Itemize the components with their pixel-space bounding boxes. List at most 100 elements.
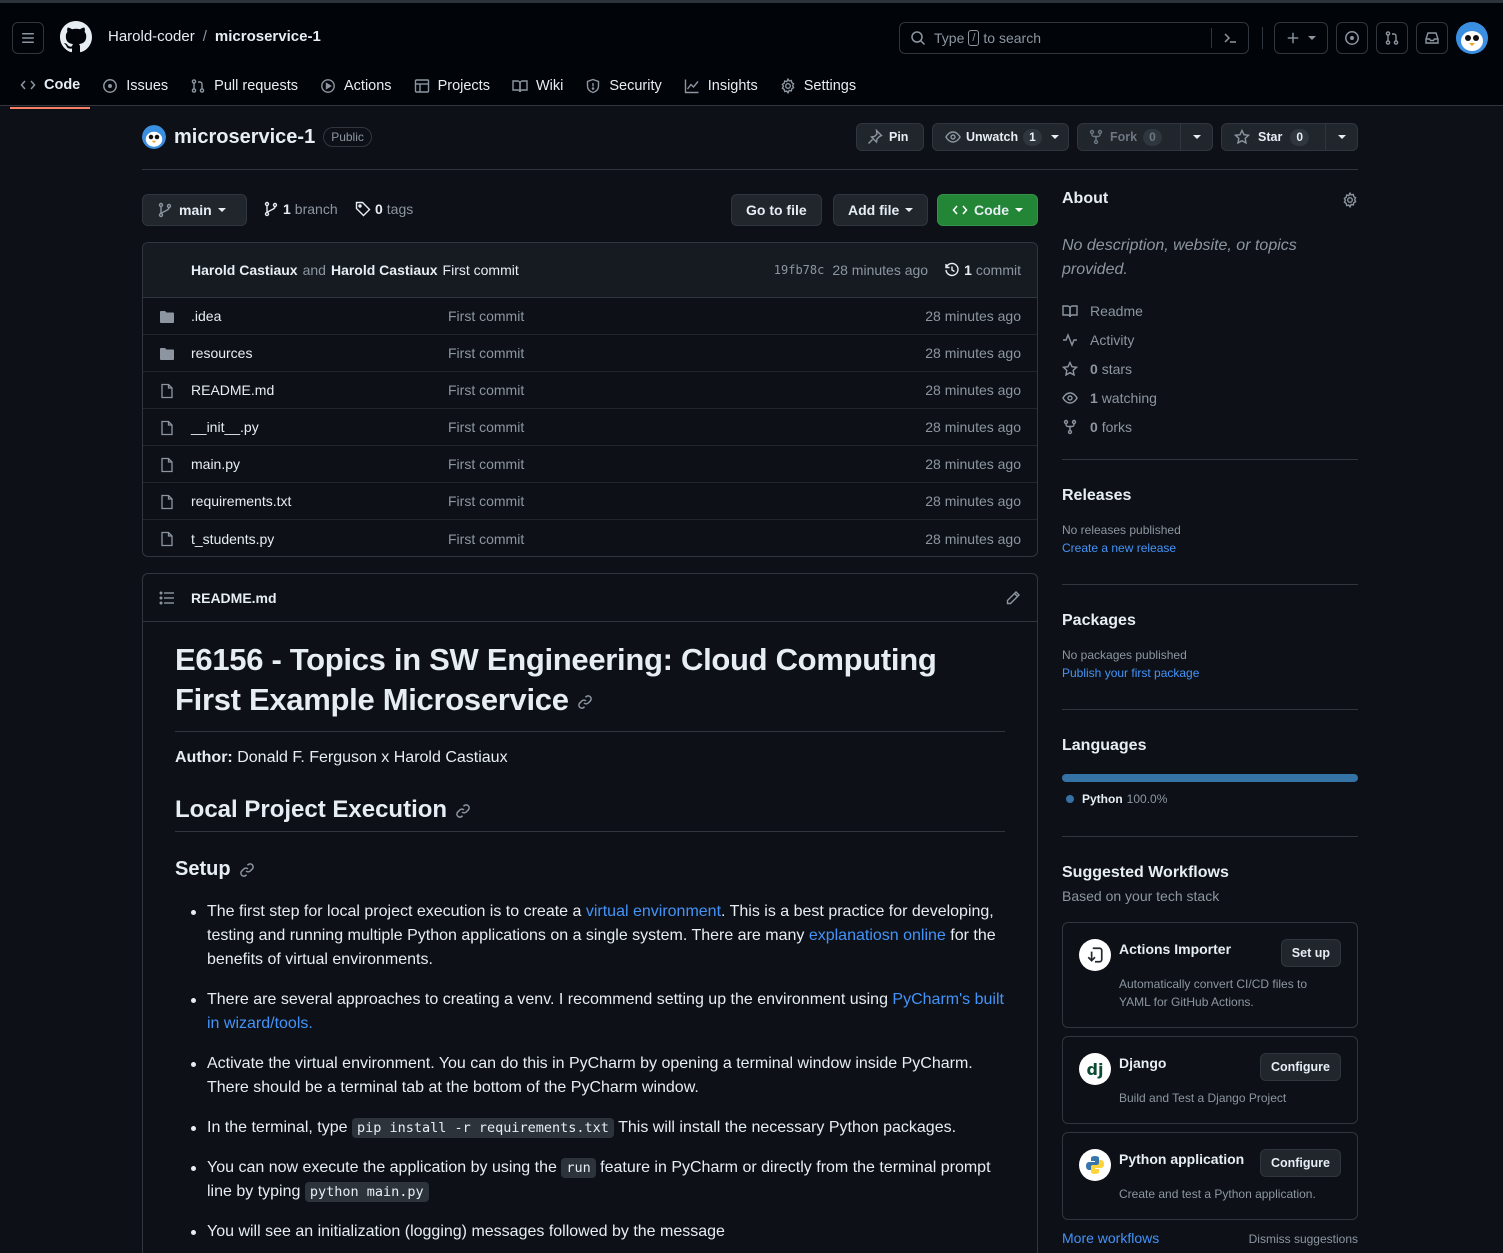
command-palette-icon[interactable] bbox=[1222, 30, 1238, 46]
about-stars[interactable]: 0 stars bbox=[1062, 354, 1358, 383]
pull-requests-button[interactable] bbox=[1376, 22, 1408, 54]
file-commit-message[interactable]: First commit bbox=[448, 345, 524, 361]
create-release-link[interactable]: Create a new release bbox=[1062, 541, 1181, 555]
commit-author[interactable]: Harold Castiaux bbox=[191, 262, 298, 278]
search-input[interactable]: Type / to search bbox=[899, 22, 1249, 54]
git-pull-request-icon bbox=[191, 79, 205, 93]
file-commit-message[interactable]: First commit bbox=[448, 531, 524, 547]
menu-button[interactable] bbox=[12, 22, 44, 54]
branch-label: branch bbox=[294, 201, 338, 217]
tags-link[interactable]: 0 tags bbox=[355, 201, 413, 217]
more-workflows-link[interactable]: More workflows bbox=[1062, 1230, 1159, 1246]
list-unordered-icon[interactable] bbox=[159, 590, 175, 606]
file-row[interactable]: main.py First commit 28 minutes ago bbox=[143, 446, 1037, 483]
fork-dropdown[interactable] bbox=[1180, 124, 1212, 150]
gear-icon[interactable] bbox=[1342, 192, 1358, 208]
file-type-icon bbox=[159, 457, 175, 473]
workflows-subtitle: Based on your tech stack bbox=[1062, 888, 1220, 904]
workflow-name: Actions Importer bbox=[1119, 941, 1232, 957]
avatar-image bbox=[142, 125, 166, 149]
search-suffix: to search bbox=[983, 30, 1042, 46]
pencil-icon[interactable] bbox=[1005, 590, 1021, 606]
file-commit-message[interactable]: First commit bbox=[448, 493, 524, 509]
language-item[interactable]: Python 100.0% bbox=[1062, 792, 1358, 806]
create-new-button[interactable] bbox=[1274, 22, 1328, 54]
explanations-link[interactable]: explanatiosn online bbox=[809, 927, 946, 944]
unwatch-button[interactable]: Unwatch 1 bbox=[932, 123, 1069, 151]
inbox-button[interactable] bbox=[1416, 22, 1448, 54]
commit-history-link[interactable]: 1 commit bbox=[944, 262, 1021, 278]
releases-title[interactable]: Releases bbox=[1062, 487, 1181, 505]
about-watching[interactable]: 1 watching bbox=[1062, 383, 1358, 412]
file-row[interactable]: t_students.py First commit 28 minutes ago bbox=[143, 520, 1037, 556]
file-name[interactable]: main.py bbox=[191, 456, 240, 472]
commit-message[interactable]: First commit bbox=[443, 262, 519, 278]
fork-button[interactable]: Fork 0 bbox=[1077, 123, 1213, 151]
star-dropdown[interactable] bbox=[1325, 124, 1357, 150]
repo-name[interactable]: microservice-1 bbox=[174, 126, 315, 149]
about-activity[interactable]: Activity bbox=[1062, 325, 1358, 354]
file-row[interactable]: README.md First commit 28 minutes ago bbox=[143, 372, 1037, 409]
owner-link[interactable]: Harold-coder bbox=[108, 28, 195, 45]
list-item: You will see an initialization (logging)… bbox=[175, 1220, 1005, 1244]
link-icon[interactable] bbox=[239, 862, 255, 878]
file-name[interactable]: t_students.py bbox=[191, 531, 274, 547]
tab-insights[interactable]: Insights bbox=[674, 67, 768, 105]
file-row[interactable]: requirements.txt First commit 28 minutes a… bbox=[143, 483, 1037, 520]
set-up-button[interactable]: Set up bbox=[1280, 939, 1341, 967]
file-commit-message[interactable]: First commit bbox=[448, 308, 524, 324]
configure-button[interactable]: Configure bbox=[1259, 1149, 1341, 1177]
tab-security[interactable]: Security bbox=[575, 67, 671, 105]
tab-actions[interactable]: Actions bbox=[310, 67, 402, 105]
github-logo[interactable] bbox=[60, 21, 92, 53]
file-commit-message[interactable]: First commit bbox=[448, 419, 524, 435]
dismiss-suggestions-link[interactable]: Dismiss suggestions bbox=[1249, 1232, 1358, 1246]
tab-wiki[interactable]: Wiki bbox=[502, 67, 573, 105]
file-name[interactable]: __init__.py bbox=[191, 419, 259, 435]
tab-pull-requests[interactable]: Pull requests bbox=[180, 67, 308, 105]
commit-sha[interactable]: 19fb78c bbox=[774, 263, 825, 277]
star-count: 0 bbox=[1290, 128, 1310, 146]
file-name[interactable]: .idea bbox=[191, 308, 221, 324]
readme-h3-text: Setup bbox=[175, 858, 231, 880]
virtual-env-link[interactable]: virtual environment bbox=[586, 903, 721, 920]
configure-button[interactable]: Configure bbox=[1259, 1053, 1341, 1081]
tab-projects[interactable]: Projects bbox=[404, 67, 500, 105]
file-commit-message[interactable]: First commit bbox=[448, 456, 524, 472]
avatar[interactable] bbox=[1456, 22, 1488, 54]
branches-link[interactable]: 1 branch bbox=[263, 201, 338, 217]
code-button[interactable]: Code bbox=[937, 194, 1038, 226]
divider bbox=[1062, 584, 1358, 585]
go-to-file-button[interactable]: Go to file bbox=[731, 194, 822, 226]
git-pull-request-icon bbox=[1385, 31, 1399, 45]
tab-settings[interactable]: Settings bbox=[770, 67, 866, 105]
packages-title[interactable]: Packages bbox=[1062, 612, 1199, 630]
workflow-card: Actions Importer Set up Automatically co… bbox=[1062, 922, 1358, 1028]
list-item: You can now execute the application by u… bbox=[175, 1156, 1005, 1204]
add-file-button[interactable]: Add file bbox=[833, 194, 929, 226]
pin-button[interactable]: Pin bbox=[856, 123, 924, 151]
branch-selector[interactable]: main bbox=[142, 194, 247, 226]
file-row[interactable]: .idea First commit 28 minutes ago bbox=[143, 298, 1037, 335]
file-name[interactable]: resources bbox=[191, 345, 252, 361]
about-forks[interactable]: 0 forks bbox=[1062, 412, 1358, 441]
about-readme[interactable]: Readme bbox=[1062, 296, 1358, 325]
owner-avatar[interactable] bbox=[142, 125, 166, 149]
shield-icon bbox=[587, 78, 600, 94]
link-icon[interactable] bbox=[577, 694, 593, 710]
star-button[interactable]: Star 0 bbox=[1221, 123, 1358, 151]
commit-coauthor[interactable]: Harold Castiaux bbox=[331, 262, 438, 278]
python-logo bbox=[1079, 1149, 1111, 1181]
publish-package-link[interactable]: Publish your first package bbox=[1062, 666, 1199, 680]
file-name[interactable]: README.md bbox=[191, 382, 274, 398]
tab-issues[interactable]: Issues bbox=[92, 67, 178, 105]
file-row[interactable]: resources First commit 28 minutes ago bbox=[143, 335, 1037, 372]
tab-code[interactable]: Code bbox=[10, 67, 91, 109]
file-commit-message[interactable]: First commit bbox=[448, 382, 524, 398]
file-row[interactable]: __init__.py First commit 28 minutes ago bbox=[143, 409, 1037, 446]
repo-link[interactable]: microservice-1 bbox=[215, 28, 321, 45]
readme-filename[interactable]: README.md bbox=[191, 590, 277, 606]
file-name[interactable]: requirements.txt bbox=[191, 493, 291, 509]
link-icon[interactable] bbox=[455, 803, 471, 819]
issues-button[interactable] bbox=[1336, 22, 1368, 54]
